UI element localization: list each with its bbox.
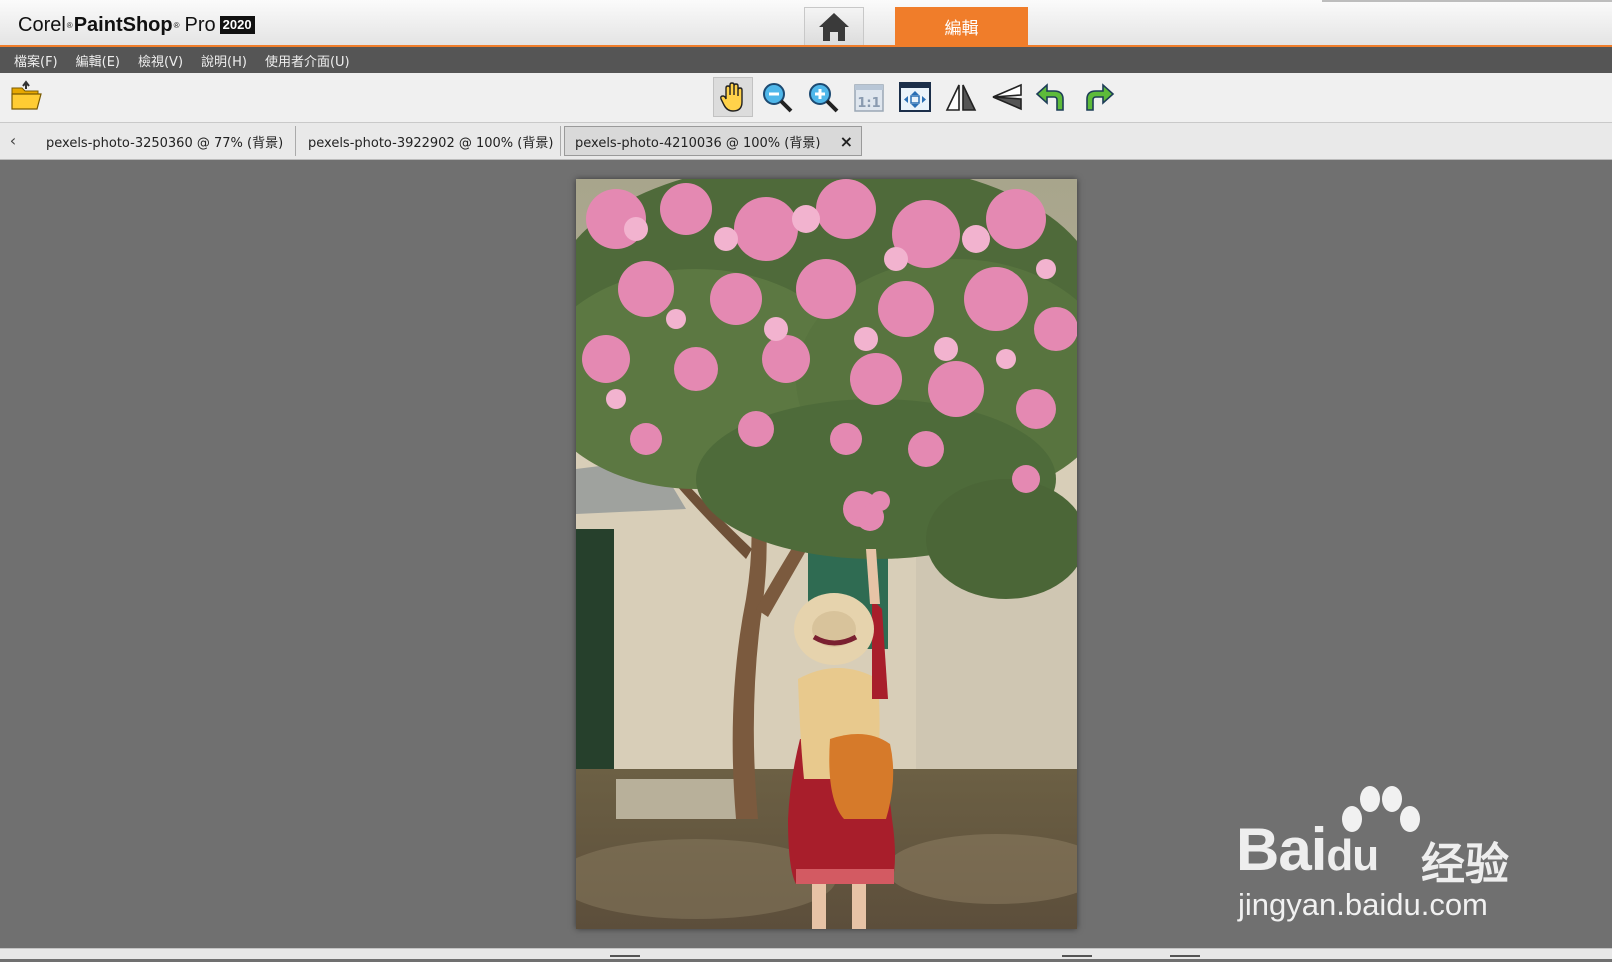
document-tab-2[interactable]: pexels-photo-3922902 @ 100% (背景) <box>298 126 561 156</box>
watermark-brand-bai: Bai <box>1236 816 1327 883</box>
registered-mark-2: ® <box>173 20 180 30</box>
title-bar: Corel ® PaintShop ® Pro 2020 編輯 <box>0 0 1612 47</box>
edit-workspace-tab[interactable]: 編輯 <box>895 7 1028 45</box>
document-tab-3-label: pexels-photo-4210036 @ 100% (背景) <box>575 135 821 151</box>
bottom-status-bar <box>0 948 1612 959</box>
zoom-in-button[interactable] <box>803 77 843 117</box>
logo-pro: Pro <box>184 13 216 36</box>
rotate-left-button[interactable] <box>1032 77 1072 117</box>
zoom-out-button[interactable] <box>757 77 797 117</box>
actual-size-label: 1:1 <box>857 96 880 111</box>
menu-bar: 檔案(F) 編輯(E) 檢視(V) 說明(H) 使用者介面(U) <box>0 47 1612 73</box>
document-tab-bar: ‹ pexels-photo-3250360 @ 77% (背景) pexels… <box>0 123 1612 160</box>
home-tab-button[interactable] <box>804 7 864 45</box>
close-tab-icon[interactable]: × <box>840 133 853 151</box>
watermark-brand: Baidu <box>1236 815 1379 884</box>
photo-woman-under-blossom-tree <box>576 179 1077 929</box>
menu-edit[interactable]: 編輯(E) <box>74 51 122 70</box>
rotate-left-icon <box>1035 83 1064 111</box>
watermark-jingyan-cn: 经验 <box>1421 839 1509 890</box>
app-logo: Corel ® PaintShop ® Pro 2020 <box>18 12 255 38</box>
rotate-right-button[interactable] <box>1078 77 1118 117</box>
document-tab-1-label: pexels-photo-3250360 @ 77% (背景) <box>46 135 284 151</box>
document-tab-2-label: pexels-photo-3922902 @ 100% (背景) <box>308 135 554 151</box>
folder-open-icon <box>11 80 42 110</box>
home-icon <box>819 12 849 41</box>
menu-file[interactable]: 檔案(F) <box>12 51 60 70</box>
fit-window-icon <box>899 82 931 112</box>
tabs-scroll-left-button[interactable]: ‹ <box>6 131 20 151</box>
actual-size-icon: 1:1 <box>854 84 884 112</box>
zoom-out-icon <box>763 83 793 113</box>
document-tab-1[interactable]: pexels-photo-3250360 @ 77% (背景) <box>36 126 296 156</box>
logo-paintshop: PaintShop <box>73 13 173 36</box>
watermark-url: jingyan.baidu.com <box>1238 887 1488 922</box>
flip-vertical-icon <box>992 83 1022 111</box>
pan-hand-icon <box>720 82 743 112</box>
document-tab-3-active[interactable]: pexels-photo-4210036 @ 100% (背景) × <box>564 126 862 156</box>
watermark-brand-du: du <box>1326 831 1379 880</box>
zoom-in-icon <box>809 83 839 113</box>
registered-mark: ® <box>66 20 73 30</box>
image-canvas[interactable] <box>576 179 1077 929</box>
flip-horizontal-button[interactable] <box>941 77 981 117</box>
toolbar: 1:1 <box>0 73 1612 123</box>
flip-horizontal-icon <box>945 84 977 111</box>
baidu-jingyan-watermark: Baidu 经验 jingyan.baidu.com <box>1236 785 1536 925</box>
flip-vertical-button[interactable] <box>987 77 1027 117</box>
actual-size-button[interactable]: 1:1 <box>849 77 889 117</box>
menu-user-interface[interactable]: 使用者介面(U) <box>263 51 352 70</box>
logo-year-badge: 2020 <box>219 16 255 34</box>
menu-view[interactable]: 檢視(V) <box>136 51 185 70</box>
fit-window-button[interactable] <box>895 77 935 117</box>
title-bar-shade <box>1322 0 1612 2</box>
pan-tool-button[interactable] <box>713 77 753 117</box>
menu-help[interactable]: 說明(H) <box>199 51 249 70</box>
open-file-button[interactable] <box>6 77 46 117</box>
logo-corel: Corel <box>18 13 66 36</box>
rotate-right-icon <box>1086 83 1115 111</box>
